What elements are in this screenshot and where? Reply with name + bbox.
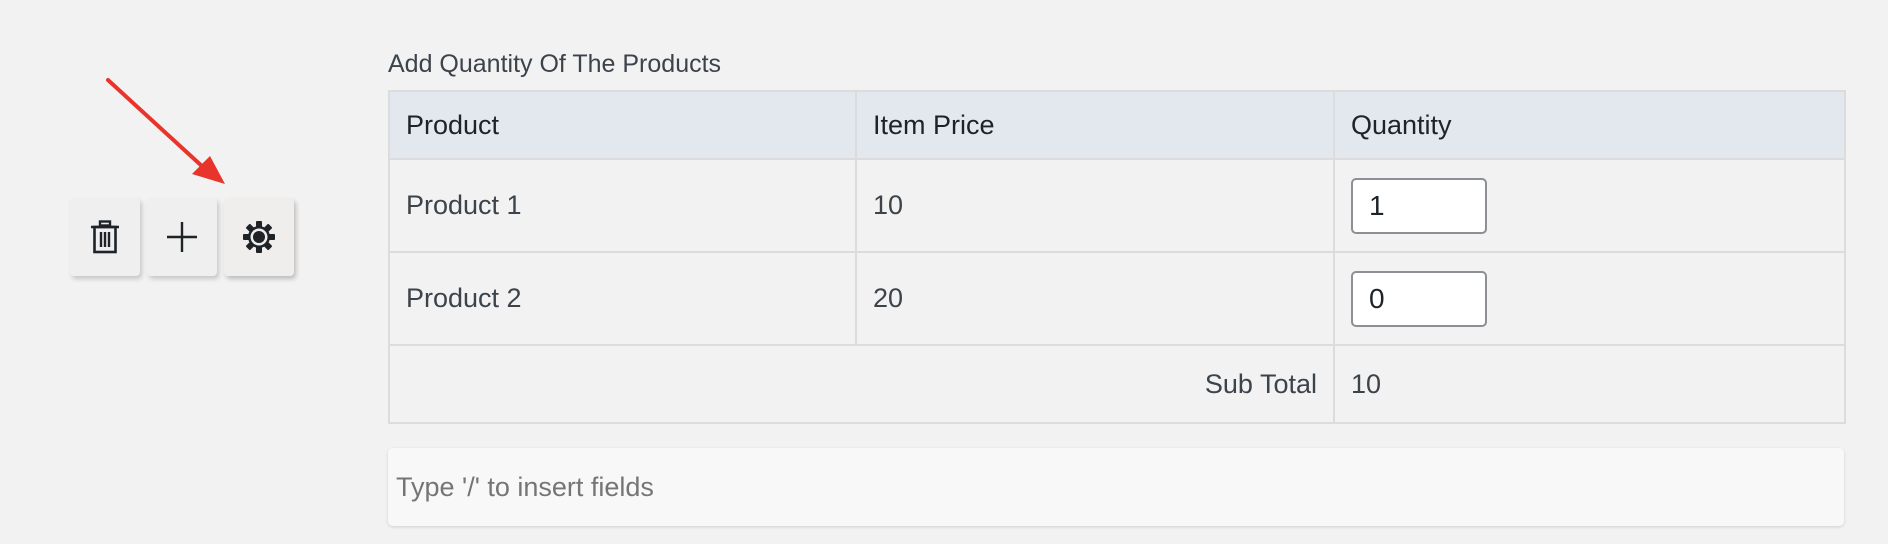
subtotal-value-cell: 10 — [1333, 344, 1846, 424]
quantity-cell: 0 — [1333, 251, 1846, 346]
editor-canvas: Add Quantity Of The Products Product Ite… — [0, 0, 1888, 544]
delete-button[interactable] — [70, 198, 140, 276]
item-price-cell: 10 — [855, 158, 1335, 253]
products-table: Product Item Price Quantity Product 1 10… — [388, 90, 1846, 424]
quantity-cell: 1 — [1333, 158, 1846, 253]
column-header-quantity: Quantity — [1333, 90, 1846, 160]
field-label: Add Quantity Of The Products — [388, 50, 722, 78]
table-row: Product 1 10 1 — [388, 158, 1846, 253]
block-toolbar — [70, 198, 294, 276]
quantity-input[interactable]: 0 — [1351, 270, 1487, 327]
product-name-cell: Product 1 — [388, 158, 857, 253]
add-button[interactable] — [147, 198, 217, 276]
inserter-placeholder: Type '/' to insert fields — [396, 471, 654, 502]
gear-icon — [243, 221, 275, 253]
block-inserter-input[interactable]: Type '/' to insert fields — [388, 448, 1844, 526]
annotation-arrow — [106, 78, 225, 184]
plus-icon — [167, 222, 197, 252]
table-row: Product 2 20 0 — [388, 251, 1846, 346]
column-header-product: Product — [388, 90, 857, 160]
subtotal-label: Sub Total — [388, 344, 1335, 424]
product-quantity-field: Add Quantity Of The Products Product Ite… — [388, 48, 1846, 424]
quantity-input[interactable]: 1 — [1351, 177, 1487, 234]
subtotal-value: 10 — [1351, 368, 1382, 399]
item-price-cell: 20 — [855, 251, 1335, 346]
trash-icon — [91, 220, 119, 254]
subtotal-row: Sub Total 10 — [388, 344, 1846, 424]
settings-button[interactable] — [224, 198, 294, 276]
product-name-cell: Product 2 — [388, 251, 857, 346]
table-header-row: Product Item Price Quantity — [388, 90, 1846, 160]
column-header-item-price: Item Price — [855, 90, 1335, 160]
